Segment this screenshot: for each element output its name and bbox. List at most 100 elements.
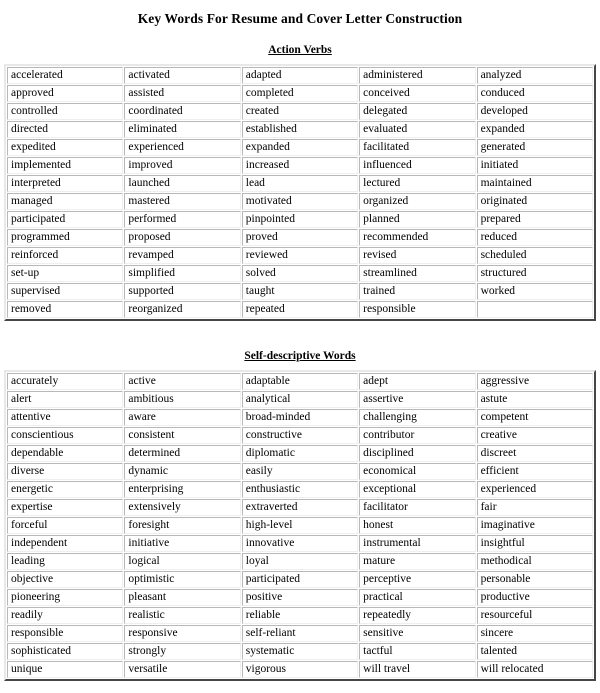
section-heading: Action Verbs [268, 44, 332, 56]
table-row: diverse dynamic easily economical efficient [7, 463, 593, 480]
word-cell: sincere [476, 625, 593, 642]
word-cell: maintained [476, 175, 593, 192]
word-cell: constructive [241, 427, 359, 444]
word-cell: mature [359, 553, 476, 570]
word-cell: will travel [359, 661, 476, 678]
word-cell: coordinated [124, 103, 241, 120]
word-cell: proved [241, 229, 359, 246]
word-cell: repeatedly [359, 607, 476, 624]
word-cell: imaginative [476, 517, 593, 534]
word-cell: originated [476, 193, 593, 210]
word-cell: adapted [241, 67, 359, 84]
word-cell: adaptable [241, 373, 359, 390]
word-cell: completed [241, 85, 359, 102]
word-table: accurately active adaptable adept aggressive… [4, 370, 596, 681]
word-cell: motivated [241, 193, 359, 210]
word-cell: alert [7, 391, 124, 408]
table-row: participated performed pinpointed planned pr… [7, 211, 593, 228]
word-cell: attentive [7, 409, 124, 426]
word-cell: reinforced [7, 247, 124, 264]
word-cell: high-level [241, 517, 359, 534]
table-row: controlled coordinated created delegated dev… [7, 103, 593, 120]
word-cell: prepared [476, 211, 593, 228]
word-cell: managed [7, 193, 124, 210]
word-cell: removed [7, 301, 124, 318]
sections-container: Action Verbs accelerated activated adapted a… [4, 44, 596, 693]
table-row: implemented improved increased influenced in… [7, 157, 593, 174]
word-cell: participated [7, 211, 124, 228]
word-cell: objective [7, 571, 124, 588]
word-cell: extensively [124, 499, 241, 516]
section-heading: Self-descriptive Words [244, 350, 356, 362]
word-cell: self-reliant [241, 625, 359, 642]
word-cell: will relocated [476, 661, 593, 678]
word-cell: pinpointed [241, 211, 359, 228]
word-cell: easily [241, 463, 359, 480]
word-cell: controlled [7, 103, 124, 120]
word-cell: established [241, 121, 359, 138]
word-cell: administered [359, 67, 476, 84]
word-cell: economical [359, 463, 476, 480]
word-cell: revamped [124, 247, 241, 264]
document-page: Key Words For Resume and Cover Letter Co… [0, 0, 600, 693]
word-cell: aware [124, 409, 241, 426]
word-cell: readily [7, 607, 124, 624]
table-row: managed mastered motivated organized origina… [7, 193, 593, 210]
word-cell: independent [7, 535, 124, 552]
word-cell: ambitious [124, 391, 241, 408]
word-cell: determined [124, 445, 241, 462]
word-cell: realistic [124, 607, 241, 624]
word-cell: programmed [7, 229, 124, 246]
word-cell: analytical [241, 391, 359, 408]
word-cell: productive [476, 589, 593, 606]
word-cell: lectured [359, 175, 476, 192]
word-cell: simplified [124, 265, 241, 282]
word-cell: astute [476, 391, 593, 408]
word-cell: competent [476, 409, 593, 426]
word-cell: proposed [124, 229, 241, 246]
word-cell: reduced [476, 229, 593, 246]
word-cell: increased [241, 157, 359, 174]
word-cell: evaluated [359, 121, 476, 138]
table-row: set-up simplified solved streamlined structu… [7, 265, 593, 282]
word-cell: interpreted [7, 175, 124, 192]
word-cell: experienced [476, 481, 593, 498]
word-cell: dependable [7, 445, 124, 462]
word-table: accelerated activated adapted administered a… [4, 64, 596, 321]
word-cell: contributor [359, 427, 476, 444]
word-cell: mastered [124, 193, 241, 210]
word-cell: facilitator [359, 499, 476, 516]
word-cell: participated [241, 571, 359, 588]
word-cell: expertise [7, 499, 124, 516]
word-cell: responsive [124, 625, 241, 642]
word-cell: conduced [476, 85, 593, 102]
table-row: programmed proposed proved recommended reduc… [7, 229, 593, 246]
table-row: objective optimistic participated perceptiv… [7, 571, 593, 588]
word-cell: analyzed [476, 67, 593, 84]
table-row: attentive aware broad-minded challenging com… [7, 409, 593, 426]
word-cell: energetic [7, 481, 124, 498]
word-cell: responsible [359, 301, 476, 318]
word-cell: creative [476, 427, 593, 444]
word-cell: revised [359, 247, 476, 264]
word-cell: eliminated [124, 121, 241, 138]
word-cell: honest [359, 517, 476, 534]
word-cell: performed [124, 211, 241, 228]
table-row: leading logical loyal mature methodical [7, 553, 593, 570]
word-cell: worked [476, 283, 593, 300]
word-cell: pioneering [7, 589, 124, 606]
table-row: pioneering pleasant positive practical produ… [7, 589, 593, 606]
word-cell: instrumental [359, 535, 476, 552]
table-row: sophisticated strongly systematic tactful ta… [7, 643, 593, 660]
word-cell: taught [241, 283, 359, 300]
word-cell: assertive [359, 391, 476, 408]
word-cell: leading [7, 553, 124, 570]
word-section: Action Verbs accelerated activated adapted a… [4, 44, 596, 333]
word-cell: dynamic [124, 463, 241, 480]
table-row: accelerated activated adapted administered a… [7, 67, 593, 84]
word-cell: diverse [7, 463, 124, 480]
table-row: accurately active adaptable adept aggressive [7, 373, 593, 390]
word-cell: set-up [7, 265, 124, 282]
word-cell: approved [7, 85, 124, 102]
